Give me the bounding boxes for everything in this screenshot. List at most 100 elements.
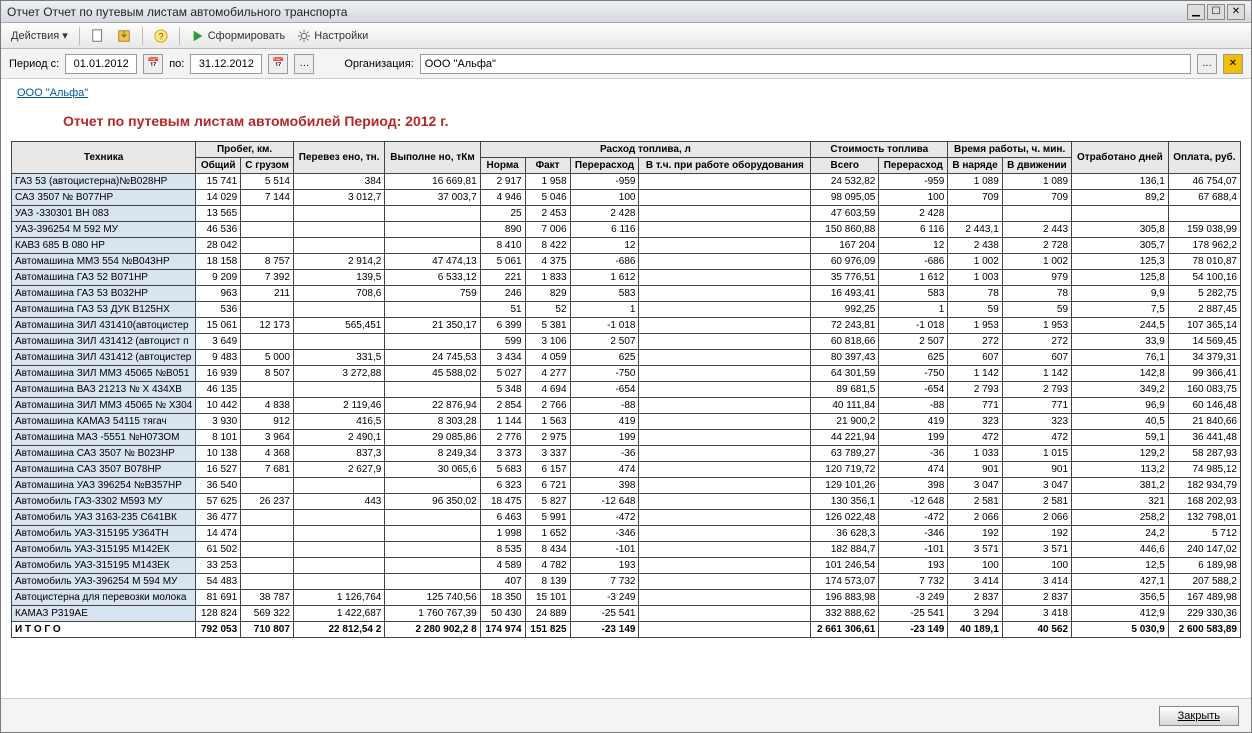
table-row[interactable]: Автомашина УАЗ 396254 №В357НР36 5406 323… (12, 478, 1241, 494)
maximize-button[interactable]: ☐ (1207, 4, 1225, 20)
cell-value: 272 (1002, 334, 1071, 350)
cell-value: 36 441,48 (1168, 430, 1240, 446)
org-select-button[interactable]: … (1197, 54, 1217, 74)
run-button[interactable]: Сформировать (187, 27, 290, 45)
table-row[interactable]: Автомобиль УАЗ 3163-235 С641ВК36 4776 46… (12, 510, 1241, 526)
table-row[interactable]: Автомашина САЗ 3507 № В023НР10 1384 3688… (12, 446, 1241, 462)
cell-value: 78 (948, 286, 1003, 302)
table-row[interactable]: Автомашина ЗИЛ 431410(автоцистер15 06112… (12, 318, 1241, 334)
cell-value: 1 953 (948, 318, 1003, 334)
report-area[interactable]: ООО "Альфа" Отчет по путевым листам авто… (1, 79, 1251, 698)
cell-value (639, 222, 811, 238)
cell-value (385, 222, 480, 238)
cell-value: 7 732 (879, 574, 948, 590)
cell-value: 2 581 (1002, 494, 1071, 510)
table-row[interactable]: Автомобиль ГАЗ-3302 М593 МУ57 62526 2374… (12, 494, 1241, 510)
cell-value: 174 573,07 (811, 574, 879, 590)
calendar-to-button[interactable]: 📅 (268, 54, 288, 74)
total-value: 2 661 306,61 (811, 622, 879, 638)
cell-value: -959 (879, 174, 948, 190)
cell-value: 1 144 (480, 414, 525, 430)
cell-value: 129,2 (1072, 446, 1169, 462)
separator (179, 27, 180, 45)
cell-value: 45 588,02 (385, 366, 480, 382)
total-value: 151 825 (525, 622, 570, 638)
close-window-button[interactable]: ✕ (1227, 4, 1245, 20)
cell-value: 1 652 (525, 526, 570, 542)
help-icon: ? (154, 29, 168, 43)
table-row[interactable]: Автомашина ЗИЛ 431412 (автоцист п3 64959… (12, 334, 1241, 350)
table-row[interactable]: Автоцистерна для перевозки молока81 6913… (12, 590, 1241, 606)
cell-value: 2 507 (879, 334, 948, 350)
cell-value: 321 (1072, 494, 1169, 510)
table-row[interactable]: Автомашина КАМАЗ 54115 тягач3 930912416,… (12, 414, 1241, 430)
th-probeg: Пробег, км. (196, 142, 294, 158)
table-row[interactable]: Автомашина МАЗ -5551 №Н073ОМ8 1013 9642 … (12, 430, 1241, 446)
table-row[interactable]: ГАЗ 53 (автоцистерна)№В028НР15 7415 5143… (12, 174, 1241, 190)
cell-value: -12 648 (570, 494, 639, 510)
cell-value (639, 494, 811, 510)
table-row[interactable]: Автомашина ЗИЛ 431412 (автоцистер9 4835 … (12, 350, 1241, 366)
cell-value: 1 998 (480, 526, 525, 542)
period-to-label: по: (169, 58, 184, 70)
table-row[interactable]: Автомашина ГАЗ 52 В071НР9 2097 392139,56… (12, 270, 1241, 286)
cell-value: 569 322 (241, 606, 294, 622)
cell-value: 5 061 (480, 254, 525, 270)
close-button[interactable]: Закрыть (1159, 706, 1239, 726)
table-row[interactable]: Автомашина ЗИЛ ММЗ 45065 № Х30410 4424 8… (12, 398, 1241, 414)
cell-value: 47 603,59 (811, 206, 879, 222)
total-value: 40 562 (1002, 622, 1071, 638)
table-row[interactable]: Автомашина ММЗ 554 №В043НР18 1588 7572 9… (12, 254, 1241, 270)
cell-value: 35 776,51 (811, 270, 879, 286)
table-row[interactable]: САЗ 3507 № В077НР14 0297 1443 012,737 00… (12, 190, 1241, 206)
date-to-input[interactable]: 31.12.2012 (190, 54, 262, 74)
cell-value: 2 507 (570, 334, 639, 350)
org-link[interactable]: ООО "Альфа" (11, 87, 92, 103)
cell-value: 3 414 (1002, 574, 1071, 590)
cell-value: 3 373 (480, 446, 525, 462)
cell-value: 36 628,3 (811, 526, 879, 542)
table-row[interactable]: Автомобиль УАЗ-396254 М 594 МУ54 4834078… (12, 574, 1241, 590)
minimize-button[interactable]: ▁ (1187, 4, 1205, 20)
table-row[interactable]: УАЗ-396254 М 592 МУ46 5368907 0066 11615… (12, 222, 1241, 238)
calendar-from-button[interactable]: 📅 (143, 54, 163, 74)
org-clear-button[interactable]: ✕ (1223, 54, 1243, 74)
cell-value: 40 111,84 (811, 398, 879, 414)
cell-value: 46 135 (196, 382, 241, 398)
actions-menu[interactable]: Действия ▾ (7, 27, 72, 44)
date-from-input[interactable]: 01.01.2012 (65, 54, 137, 74)
cell-value (385, 238, 480, 254)
table-row[interactable]: Автомашина САЗ 3507 В078НР16 5277 6812 6… (12, 462, 1241, 478)
table-row[interactable]: Автомашина ГАЗ 53 ДУК В125НХ53651521992,… (12, 302, 1241, 318)
cell-value: 58 287,93 (1168, 446, 1240, 462)
new-page-button[interactable] (87, 27, 109, 45)
cell-value: 3 964 (241, 430, 294, 446)
cell-value: 28 042 (196, 238, 241, 254)
save-button[interactable] (113, 27, 135, 45)
cell-value: 3 294 (948, 606, 1003, 622)
table-row[interactable]: Автомашина ГАЗ 53 В032НР963211708,675924… (12, 286, 1241, 302)
cell-value (293, 238, 384, 254)
cell-value (293, 542, 384, 558)
table-row[interactable]: Автомобиль УАЗ-315195 М142ЕК61 5028 5358… (12, 542, 1241, 558)
cell-value: -3 249 (570, 590, 639, 606)
cell-value: -25 541 (879, 606, 948, 622)
table-row[interactable]: Автомашина ВАЗ 21213 № Х 434ХВ46 1355 34… (12, 382, 1241, 398)
cell-value: 2 766 (525, 398, 570, 414)
cell-value: 2 837 (1002, 590, 1071, 606)
cell-value (639, 606, 811, 622)
help-button[interactable]: ? (150, 27, 172, 45)
table-row[interactable]: КАВЗ 685 В 080 НР28 0428 4108 42212167 2… (12, 238, 1241, 254)
cell-value: 709 (1002, 190, 1071, 206)
settings-button[interactable]: Настройки (293, 27, 372, 45)
period-extra-button[interactable]: … (294, 54, 314, 74)
cell-value: 14 474 (196, 526, 241, 542)
table-row[interactable]: УАЗ -330301 ВН 08313 565252 4532 42847 6… (12, 206, 1241, 222)
cell-value: 7 732 (570, 574, 639, 590)
table-row[interactable]: Автомашина ЗИЛ ММЗ 45065 №В05116 9398 50… (12, 366, 1241, 382)
org-input[interactable]: ООО "Альфа" (420, 54, 1191, 74)
cell-value: 1 015 (1002, 446, 1071, 462)
table-row[interactable]: Автомобиль УАЗ-315195 М143ЕК33 2534 5894… (12, 558, 1241, 574)
table-row[interactable]: КАМАЗ Р319АЕ128 824569 3221 422,6871 760… (12, 606, 1241, 622)
table-row[interactable]: Автомобиль УАЗ-315195 У364ТН14 4741 9981… (12, 526, 1241, 542)
